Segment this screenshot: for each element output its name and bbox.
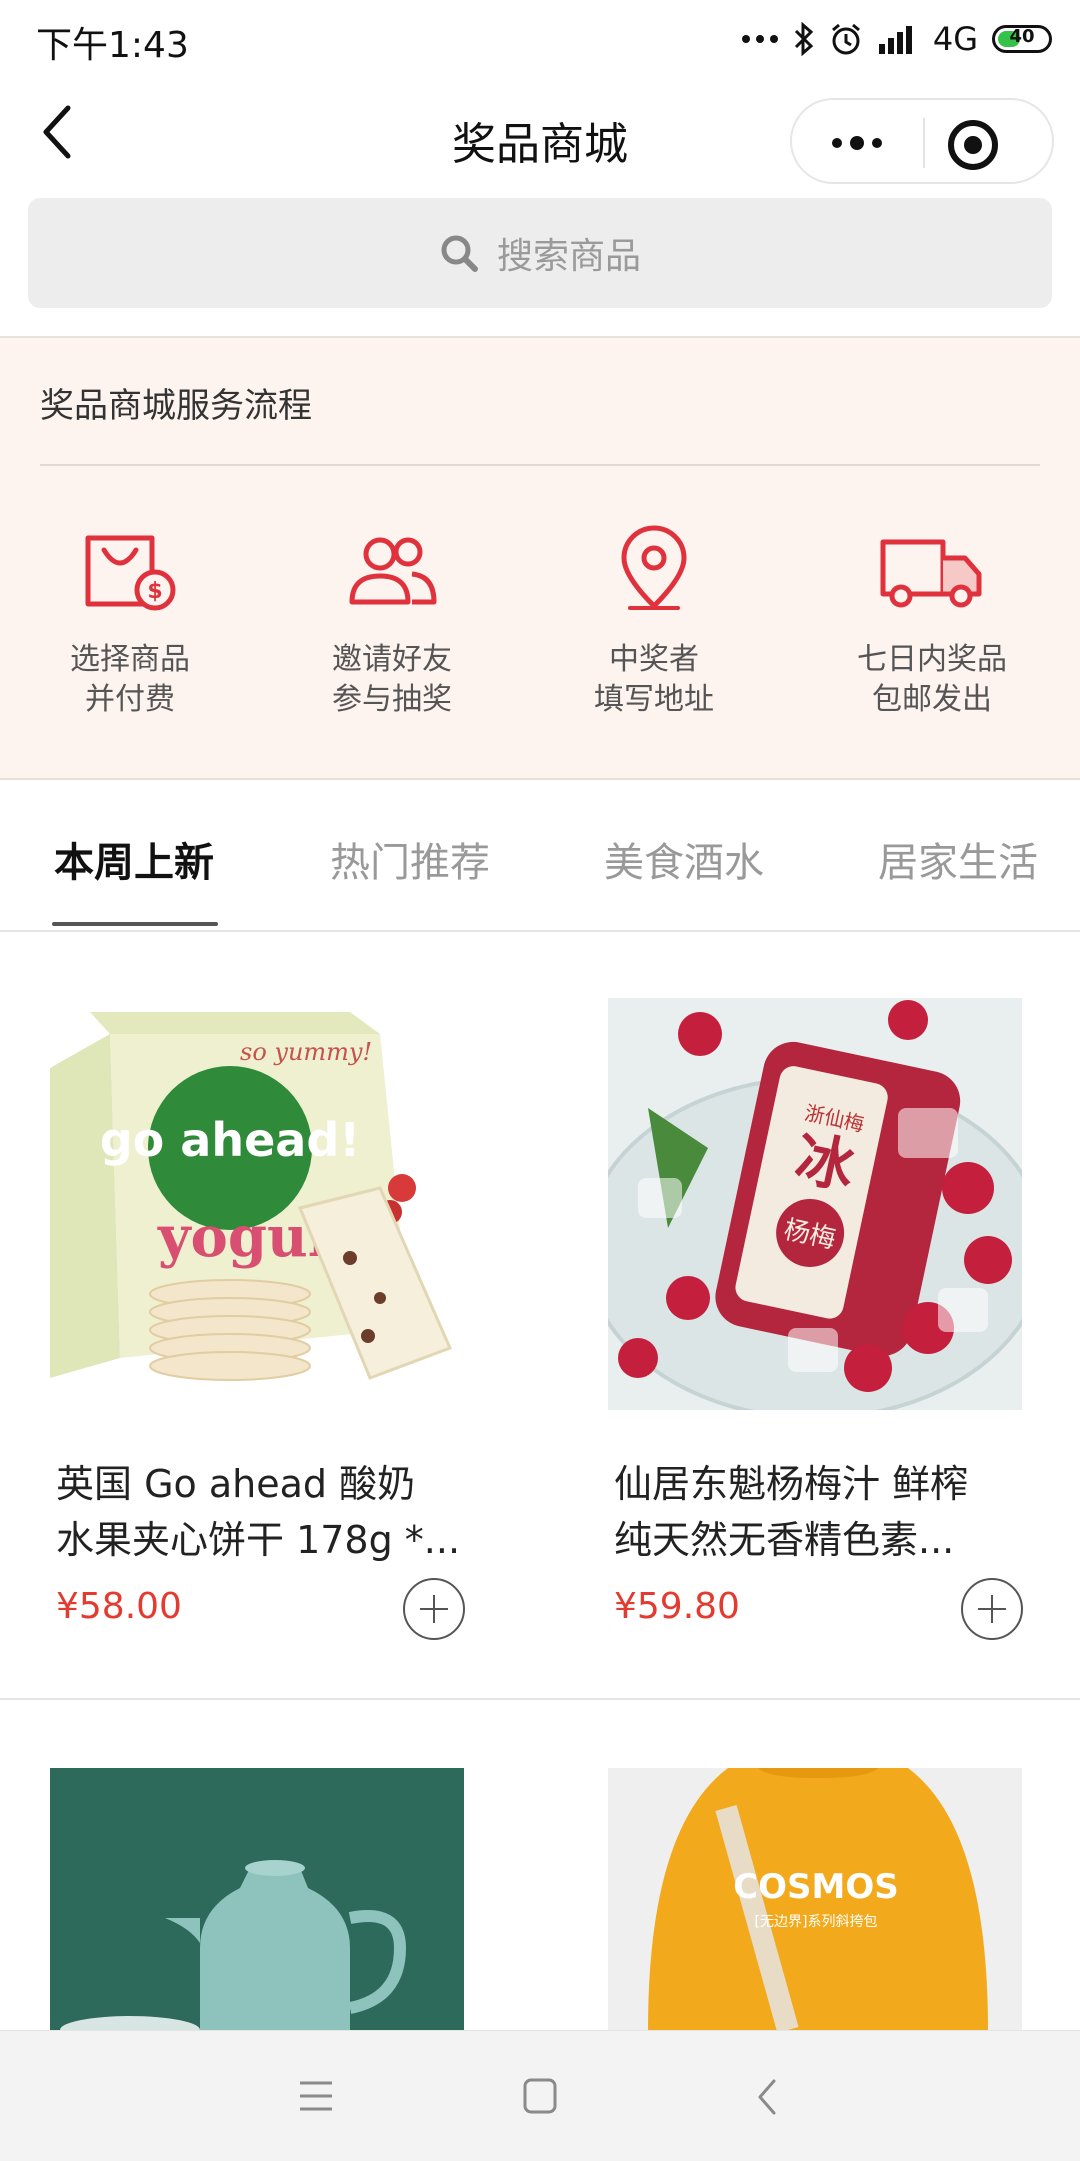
search-bar[interactable]: 搜索商品 (28, 198, 1052, 308)
location-pin-icon (621, 525, 687, 610)
more-dots-icon (741, 35, 778, 43)
status-icons: 4G 40 (741, 14, 1052, 64)
bluetooth-icon (794, 22, 814, 56)
product-photo-thermos (50, 1768, 464, 2030)
menu-icon[interactable] (298, 2079, 334, 2113)
tab-food-drinks[interactable]: 美食酒水 (604, 830, 764, 888)
search-placeholder: 搜索商品 (496, 236, 641, 277)
flow-step-address: 中奖者 填写地址 (534, 524, 774, 720)
tab-this-week-new[interactable]: 本周上新 (54, 830, 214, 888)
flow-step-label: 并付费 (85, 682, 175, 717)
product-photo-bayberry-juice: 浙仙梅 冰 杨梅 (608, 998, 1022, 1410)
tab-home-living[interactable]: 居家生活 (878, 830, 1038, 888)
battery-level: 40 (1009, 26, 1035, 47)
product-name-line: 英国 Go ahead 酸奶 (56, 1462, 416, 1506)
flow-step-label: 参与抽奖 (332, 682, 452, 717)
delivery-truck-icon (880, 539, 982, 608)
product-photo-crossbody-bag: COSMOS [无边界]系列斜挎包 (608, 1768, 1022, 2030)
product-name[interactable]: 仙居东魁杨梅汁 鲜榨 纯天然无香精色素... (614, 1456, 1034, 1568)
flow-step-label: 包邮发出 (872, 682, 992, 717)
flow-step-label: 中奖者 (609, 642, 699, 677)
service-flow-title: 奖品商城服务流程 (40, 386, 312, 426)
network-type: 4G (932, 20, 978, 58)
product-image[interactable]: so yummy! go ahead! yogurt (50, 998, 464, 1410)
status-bar: 下午1:43 4G 40 (0, 0, 1080, 78)
flow-step-invite: 邀请好友 参与抽奖 (272, 524, 512, 720)
alarm-icon (831, 23, 860, 55)
product-name-line: 仙居东魁杨梅汁 鲜榨 (614, 1462, 969, 1506)
add-to-cart-button[interactable] (961, 1578, 1023, 1640)
more-button[interactable] (802, 110, 912, 176)
flow-step-label: 选择商品 (70, 642, 190, 677)
capsule-divider (923, 118, 925, 168)
status-time: 下午1:43 (36, 25, 189, 66)
product-price: ¥58.00 (56, 1586, 182, 1627)
package-brand: go ahead! (100, 1113, 360, 1167)
close-target-icon[interactable] (942, 114, 1004, 176)
flow-step-select: $ 选择商品 并付费 (10, 524, 250, 720)
sweatshirt-print-sub: [无边界]系列斜挎包 (755, 1914, 878, 1930)
divider (40, 464, 1040, 466)
flow-step-label: 邀请好友 (332, 642, 452, 677)
svg-text:$: $ (147, 579, 162, 604)
category-tabs: 本周上新 热门推荐 美食酒水 居家生活 (0, 778, 1080, 932)
product-image[interactable]: 浙仙梅 冰 杨梅 (608, 998, 1022, 1410)
flow-step-label: 填写地址 (594, 682, 714, 717)
back-nav-icon[interactable] (754, 2077, 780, 2117)
shopping-bag-icon: $ (85, 535, 176, 611)
active-tab-indicator (52, 922, 218, 926)
signal-icon (878, 26, 912, 54)
tab-hot-recommend[interactable]: 热门推荐 (330, 830, 490, 888)
product-name-line: 纯天然无香精色素... (614, 1518, 955, 1562)
product-image[interactable]: COSMOS [无边界]系列斜挎包 (608, 1768, 1022, 2030)
product-name[interactable]: 英国 Go ahead 酸奶 水果夹心饼干 178g *... (56, 1456, 476, 1568)
battery-icon: 40 (992, 25, 1052, 53)
divider (0, 1698, 1080, 1700)
sweatshirt-print: COSMOS (733, 1867, 899, 1907)
system-nav-bar (0, 2030, 1080, 2161)
add-to-cart-button[interactable] (403, 1578, 465, 1640)
product-photo-biscuits: so yummy! go ahead! yogurt (50, 998, 464, 1410)
product-image[interactable] (50, 1768, 464, 2030)
package-banner: so yummy! (240, 1038, 372, 1066)
flow-step-label: 七日内奖品 (857, 642, 1007, 677)
product-name-line: 水果夹心饼干 178g *... (56, 1518, 461, 1562)
product-price: ¥59.80 (614, 1586, 740, 1627)
service-flow-section: 奖品商城服务流程 $ 选择商品 并付费 邀请好友 参与抽奖 中奖者 填写地址 七… (0, 336, 1080, 780)
home-square-icon[interactable] (522, 2077, 558, 2115)
search-icon (441, 235, 478, 272)
flow-step-delivery: 七日内奖品 包邮发出 (812, 524, 1052, 720)
miniprogram-capsule (790, 98, 1054, 184)
friends-icon (349, 537, 437, 605)
